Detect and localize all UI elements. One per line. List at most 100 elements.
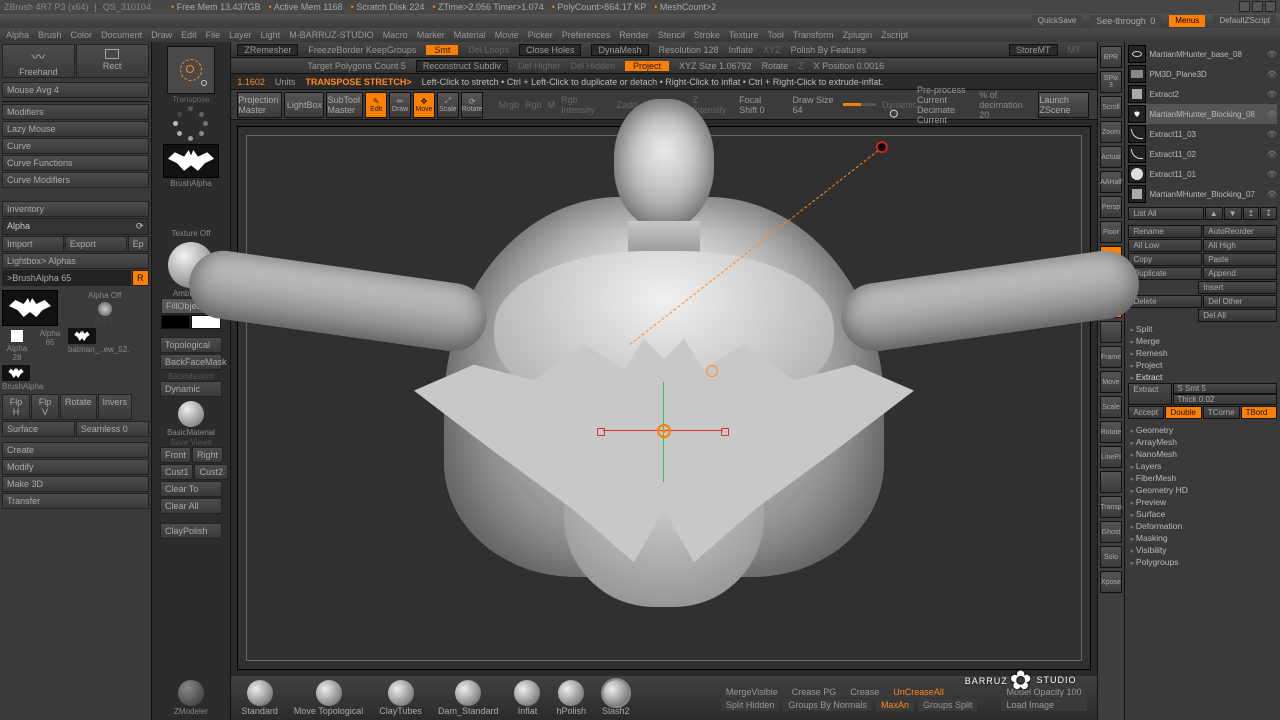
- transpose-icon[interactable]: [167, 46, 215, 94]
- delother-btn[interactable]: Del Other: [1203, 295, 1277, 308]
- alpha-current-thumb[interactable]: [2, 290, 58, 326]
- extract-btn[interactable]: Extract: [1128, 383, 1172, 405]
- subtool-vis-icon[interactable]: 👁: [1267, 170, 1277, 179]
- paste-btn[interactable]: Paste: [1203, 253, 1277, 266]
- clearto-btn[interactable]: Clear To: [160, 481, 222, 497]
- menu-bar[interactable]: AlphaBrushColorDocumentDrawEditFileLayer…: [0, 28, 1280, 42]
- inventory[interactable]: Inventory: [2, 201, 149, 217]
- extract-sect[interactable]: Extract: [1128, 371, 1277, 383]
- duplicate-btn[interactable]: Duplicate: [1128, 267, 1202, 280]
- menu-macro[interactable]: Macro: [383, 30, 408, 40]
- storemt-btn[interactable]: StoreMT: [1009, 44, 1058, 56]
- subtool-row[interactable]: Extract2👁: [1128, 84, 1277, 104]
- subtool-vis-icon[interactable]: 👁: [1267, 50, 1277, 59]
- left-curve-modifiers[interactable]: Curve Modifiers: [2, 172, 149, 188]
- cust1-btn[interactable]: Cust1: [160, 464, 194, 480]
- zremesher-btn[interactable]: ZRemesher: [237, 44, 298, 56]
- brush-slash2[interactable]: Slash2: [602, 680, 630, 716]
- shelf-groups-split[interactable]: Groups Split: [918, 699, 978, 711]
- subtool-master[interactable]: SubTool Master: [326, 92, 363, 118]
- curr-alpha[interactable]: >BrushAlpha 65: [2, 270, 131, 286]
- color-black[interactable]: [161, 315, 191, 329]
- menu-material[interactable]: Material: [454, 30, 486, 40]
- cust2-btn[interactable]: Cust2: [194, 464, 228, 480]
- left-lazy-mouse[interactable]: Lazy Mouse: [2, 121, 149, 137]
- section-layers[interactable]: Layers: [1128, 460, 1277, 472]
- window-buttons[interactable]: [1237, 1, 1276, 14]
- lightbox-btn[interactable]: LightBox: [284, 92, 324, 118]
- shelf-maxan[interactable]: MaxAn: [876, 699, 914, 711]
- backface-btn[interactable]: BackFaceMask: [160, 354, 222, 370]
- shelf-split-hidden[interactable]: Split Hidden: [721, 699, 780, 711]
- zscript-button[interactable]: DefaultZScript: [1213, 15, 1276, 27]
- model-opacity[interactable]: Model Opacity 100: [1001, 686, 1086, 698]
- right-btn[interactable]: Right: [192, 447, 223, 463]
- alpha-lightbox[interactable]: Lightbox> Alphas: [2, 253, 149, 269]
- section-deformation[interactable]: Deformation: [1128, 520, 1277, 532]
- subtool-row[interactable]: MartianMHunter_Blocking_07👁: [1128, 184, 1277, 204]
- subtool-vis-icon[interactable]: 👁: [1267, 110, 1277, 119]
- merge-sect[interactable]: Merge: [1128, 335, 1277, 347]
- seamless-button[interactable]: Seamless 0: [76, 421, 149, 437]
- menu-zplugin[interactable]: Zplugin: [843, 30, 873, 40]
- alpha-ep[interactable]: Ep: [128, 236, 149, 252]
- split-sect[interactable]: Split: [1128, 323, 1277, 335]
- quicksave-button[interactable]: QuickSave: [1032, 15, 1083, 27]
- edit-btn[interactable]: ✎Edit: [365, 92, 387, 118]
- tcorne-btn[interactable]: TCorne: [1203, 406, 1240, 419]
- brush-hpolish[interactable]: hPolish: [556, 680, 586, 716]
- menu-tool[interactable]: Tool: [767, 30, 784, 40]
- section-preview[interactable]: Preview: [1128, 496, 1277, 508]
- rotate-btn[interactable]: ⟳Rotate: [461, 92, 484, 118]
- subtool-row[interactable]: Extract11_03👁: [1128, 124, 1277, 144]
- gizmo-center[interactable]: [657, 424, 671, 438]
- menu-layer[interactable]: Layer: [229, 30, 252, 40]
- section-nanomesh[interactable]: NanoMesh: [1128, 448, 1277, 460]
- claypolish-btn[interactable]: ClayPolish: [160, 523, 222, 539]
- remesh-sect[interactable]: Remesh: [1128, 347, 1277, 359]
- move-btn[interactable]: ✥Move: [413, 92, 435, 118]
- menu-render[interactable]: Render: [619, 30, 649, 40]
- delete-btn[interactable]: Delete: [1128, 295, 1202, 308]
- dynamic-btn[interactable]: Dynamic: [160, 381, 222, 397]
- alpha-r[interactable]: R: [132, 270, 149, 286]
- menu-document[interactable]: Document: [101, 30, 142, 40]
- menu-alpha[interactable]: Alpha: [6, 30, 29, 40]
- menu-draw[interactable]: Draw: [151, 30, 172, 40]
- move-up-icon[interactable]: ↥: [1243, 207, 1260, 220]
- move-down-icon[interactable]: ↧: [1260, 207, 1277, 220]
- menu-stencil[interactable]: Stencil: [658, 30, 685, 40]
- section-polygroups[interactable]: Polygroups: [1128, 556, 1277, 568]
- ricon-blank[interactable]: [1100, 471, 1122, 493]
- menu-color[interactable]: Color: [71, 30, 93, 40]
- menu-stroke[interactable]: Stroke: [694, 30, 720, 40]
- subtool-row[interactable]: PM3D_Plane3D👁: [1128, 64, 1277, 84]
- up-arrow-icon[interactable]: ▲: [1205, 207, 1223, 220]
- ssmt-slider[interactable]: S Smt 5: [1173, 383, 1277, 394]
- section-visibility[interactable]: Visibility: [1128, 544, 1277, 556]
- menu-texture[interactable]: Texture: [729, 30, 759, 40]
- decimate-btn[interactable]: Decimate Current: [917, 105, 971, 125]
- section-geometry[interactable]: Geometry: [1128, 424, 1277, 436]
- pin-icon[interactable]: ⟳: [136, 221, 144, 232]
- project-btn[interactable]: Project: [625, 61, 669, 71]
- project-sect[interactable]: Project: [1128, 359, 1277, 371]
- alpha-off-icon[interactable]: [98, 302, 112, 316]
- insert-btn[interactable]: Insert: [1198, 281, 1277, 294]
- autoreorder-btn[interactable]: AutoReorder: [1203, 225, 1277, 238]
- subtool-vis-icon[interactable]: 👁: [1267, 70, 1277, 79]
- rect-button[interactable]: Rect: [76, 44, 149, 78]
- freehand-button[interactable]: 〰Freehand: [2, 44, 75, 78]
- shelf-uncreaseall[interactable]: UnCreaseAll: [888, 686, 949, 698]
- closeholes-btn[interactable]: Close Holes: [519, 44, 582, 56]
- list-all[interactable]: List All: [1128, 207, 1203, 220]
- ricon-actual[interactable]: Actual: [1100, 146, 1122, 168]
- menu-picker[interactable]: Picker: [528, 30, 553, 40]
- menu-marker[interactable]: Marker: [417, 30, 445, 40]
- ricon-persp[interactable]: Persp: [1100, 196, 1122, 218]
- subtool-vis-icon[interactable]: 👁: [1267, 90, 1277, 99]
- menu-file[interactable]: File: [206, 30, 221, 40]
- brushalpha-thumb[interactable]: [2, 365, 30, 381]
- rename-btn[interactable]: Rename: [1128, 225, 1202, 238]
- shelf-crease-pg[interactable]: Crease PG: [787, 686, 842, 698]
